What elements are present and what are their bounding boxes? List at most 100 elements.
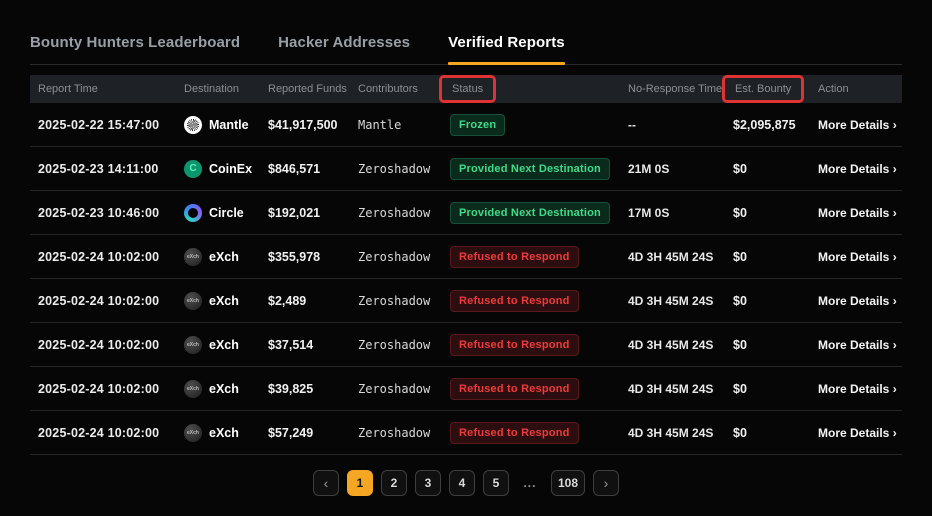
table-row: 2025-02-22 15:47:00 Mantle $41,917,500 M…	[30, 103, 902, 147]
destination-cell: C CoinEx	[176, 160, 260, 178]
column-header-no-response-time: No-Response Time	[620, 83, 725, 95]
table-row: 2025-02-24 10:02:00 eXch eXch $39,825 Ze…	[30, 367, 902, 411]
contributors-cell: Zeroshadow	[350, 338, 442, 352]
more-details-link[interactable]: More Details ›	[818, 206, 897, 220]
page-button-108[interactable]: 108	[551, 470, 585, 496]
est-bounty-cell: $0	[725, 250, 810, 264]
more-details-link[interactable]: More Details ›	[818, 162, 897, 176]
action-cell: More Details ›	[810, 204, 902, 222]
reported-funds-cell: $57,249	[260, 426, 350, 440]
contributors-cell: Zeroshadow	[350, 206, 442, 220]
table-row: 2025-02-24 10:02:00 eXch eXch $2,489 Zer…	[30, 279, 902, 323]
action-cell: More Details ›	[810, 424, 902, 442]
reported-funds-cell: $846,571	[260, 162, 350, 176]
status-cell: Refused to Respond	[442, 422, 620, 444]
status-cell: Provided Next Destination	[442, 158, 620, 180]
destination-label: eXch	[209, 426, 239, 440]
no-response-time-cell: --	[620, 118, 725, 132]
more-details-link[interactable]: More Details ›	[818, 294, 897, 308]
report-time-cell: 2025-02-23 10:46:00	[30, 206, 176, 220]
destination-cell: eXch eXch	[176, 380, 260, 398]
est-bounty-cell: $0	[725, 206, 810, 220]
status-badge: Refused to Respond	[450, 378, 579, 400]
destination-cell: eXch eXch	[176, 292, 260, 310]
reported-funds-cell: $39,825	[260, 382, 350, 396]
tab-hacker-addresses[interactable]: Hacker Addresses	[278, 34, 410, 64]
no-response-time-cell: 21M 0S	[620, 162, 725, 176]
no-response-time-cell: 17M 0S	[620, 206, 725, 220]
action-cell: More Details ›	[810, 380, 902, 398]
est-bounty-cell: $0	[725, 382, 810, 396]
page-button-5[interactable]: 5	[483, 470, 509, 496]
report-time-cell: 2025-02-23 14:11:00	[30, 162, 176, 176]
column-header-reported-funds: Reported Funds	[260, 83, 350, 95]
table-row: 2025-02-24 10:02:00 eXch eXch $355,978 Z…	[30, 235, 902, 279]
destination-label: eXch	[209, 338, 239, 352]
exch-logo-icon: eXch	[184, 248, 202, 266]
report-time-cell: 2025-02-24 10:02:00	[30, 250, 176, 264]
annotation-highlight-box: Est. Bounty	[722, 75, 804, 103]
page-button-3[interactable]: 3	[415, 470, 441, 496]
page-button-1[interactable]: 1	[347, 470, 373, 496]
est-bounty-cell: $0	[725, 426, 810, 440]
column-header-est-bounty: Est. Bounty	[725, 81, 810, 97]
circle-logo-icon	[184, 204, 202, 222]
report-time-cell: 2025-02-24 10:02:00	[30, 382, 176, 396]
coinex-logo-icon: C	[184, 160, 202, 178]
status-cell: Refused to Respond	[442, 290, 620, 312]
pagination: ‹ 12345... 108 ›	[0, 470, 932, 496]
destination-label: Circle	[209, 206, 244, 220]
status-badge: Refused to Respond	[450, 334, 579, 356]
more-details-link[interactable]: More Details ›	[818, 426, 897, 440]
est-bounty-cell: $0	[725, 162, 810, 176]
report-time-cell: 2025-02-22 15:47:00	[30, 118, 176, 132]
destination-label: eXch	[209, 250, 239, 264]
contributors-cell: Zeroshadow	[350, 250, 442, 264]
destination-label: CoinEx	[209, 162, 252, 176]
more-details-link[interactable]: More Details ›	[818, 250, 897, 264]
exch-logo-icon: eXch	[184, 380, 202, 398]
reported-funds-cell: $192,021	[260, 206, 350, 220]
page-button-2[interactable]: 2	[381, 470, 407, 496]
destination-cell: Mantle	[176, 116, 260, 134]
status-cell: Refused to Respond	[442, 378, 620, 400]
report-time-cell: 2025-02-24 10:02:00	[30, 294, 176, 308]
exch-logo-icon: eXch	[184, 292, 202, 310]
verified-reports-page: Bounty Hunters Leaderboard Hacker Address…	[0, 0, 932, 516]
next-page-button[interactable]: ›	[593, 470, 619, 496]
status-cell: Refused to Respond	[442, 334, 620, 356]
reported-funds-cell: $41,917,500	[260, 118, 350, 132]
contributors-cell: Mantle	[350, 118, 442, 132]
table-row: 2025-02-24 10:02:00 eXch eXch $37,514 Ze…	[30, 323, 902, 367]
action-cell: More Details ›	[810, 116, 902, 134]
column-header-action: Action	[810, 83, 902, 95]
previous-page-button[interactable]: ‹	[313, 470, 339, 496]
no-response-time-cell: 4D 3H 45M 24S	[620, 426, 725, 440]
column-header-report-time: Report Time	[30, 83, 176, 95]
tab-verified-reports[interactable]: Verified Reports	[448, 34, 565, 64]
status-cell: Refused to Respond	[442, 246, 620, 268]
no-response-time-cell: 4D 3H 45M 24S	[620, 382, 725, 396]
no-response-time-cell: 4D 3H 45M 24S	[620, 338, 725, 352]
table-header-row: Report TimeDestinationReported FundsCont…	[30, 75, 902, 103]
destination-cell: eXch eXch	[176, 424, 260, 442]
more-details-link[interactable]: More Details ›	[818, 382, 897, 396]
reports-table: Report TimeDestinationReported FundsCont…	[30, 75, 902, 455]
pagination-ellipsis: ...	[517, 470, 543, 496]
est-bounty-cell: $2,095,875	[725, 118, 810, 132]
status-cell: Frozen	[442, 114, 620, 136]
no-response-time-cell: 4D 3H 45M 24S	[620, 294, 725, 308]
mantle-logo-icon	[184, 116, 202, 134]
reported-funds-cell: $2,489	[260, 294, 350, 308]
contributors-cell: Zeroshadow	[350, 426, 442, 440]
status-cell: Provided Next Destination	[442, 202, 620, 224]
action-cell: More Details ›	[810, 160, 902, 178]
page-button-4[interactable]: 4	[449, 470, 475, 496]
annotation-highlight-box: Status	[439, 75, 496, 103]
tab-bounty-hunters-leaderboard[interactable]: Bounty Hunters Leaderboard	[30, 34, 240, 64]
report-time-cell: 2025-02-24 10:02:00	[30, 426, 176, 440]
more-details-link[interactable]: More Details ›	[818, 338, 897, 352]
table-row: 2025-02-23 14:11:00 C CoinEx $846,571 Ze…	[30, 147, 902, 191]
exch-logo-icon: eXch	[184, 424, 202, 442]
more-details-link[interactable]: More Details ›	[818, 118, 897, 132]
